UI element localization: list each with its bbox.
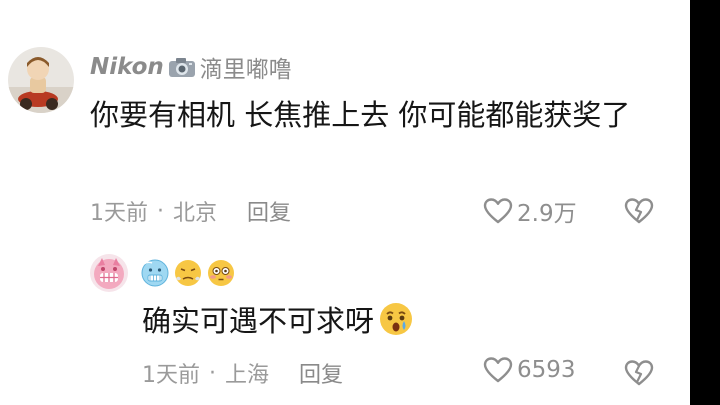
reply-body: 确实可遇不可求呀: [142, 298, 414, 340]
like-count: 2.9万: [517, 201, 577, 227]
reply-avatar[interactable]: [90, 254, 128, 292]
dislike-icon[interactable]: [624, 359, 654, 387]
reply-meta: 1天前 · 上海 回复: [142, 356, 343, 390]
separator-dot: ·: [157, 198, 164, 224]
reply-location: 上海: [225, 363, 270, 388]
commenter-avatar[interactable]: [8, 47, 74, 113]
camera-icon: [167, 55, 197, 79]
reply-button[interactable]: 回复: [299, 357, 343, 389]
comment-text: 你要有相机 长焦推上去 你可能都能获奖了: [90, 98, 631, 132]
separator-dot: ·: [209, 360, 216, 386]
flushed-face-emoji: [206, 258, 236, 288]
crying-face-emoji: [378, 301, 414, 337]
comment-location: 北京: [173, 201, 218, 226]
comment-time: 1天前: [90, 201, 148, 226]
right-edge-bar: [690, 0, 720, 405]
comment-meta: 1天前 · 北京 回复: [90, 194, 291, 228]
username[interactable]: Nikon: [90, 54, 164, 80]
like-count: 6593: [517, 357, 576, 383]
username-suffix: 滴里嘟噜: [199, 57, 292, 83]
reply-text: 确实可遇不可求呀: [142, 304, 375, 338]
heart-icon[interactable]: [483, 356, 513, 384]
like-button[interactable]: 2.9万: [483, 194, 577, 228]
comment-author[interactable]: Nikon 滴里嘟噜: [90, 50, 292, 84]
reply-button[interactable]: 回复: [247, 195, 291, 227]
heart-icon[interactable]: [483, 197, 513, 225]
reply-author-emojis[interactable]: [140, 258, 236, 288]
steam-face-emoji: [173, 258, 203, 288]
cold-face-emoji: [140, 258, 170, 288]
like-button[interactable]: 6593: [483, 356, 576, 384]
dislike-icon[interactable]: [624, 197, 654, 225]
reply-time: 1天前: [142, 363, 200, 388]
